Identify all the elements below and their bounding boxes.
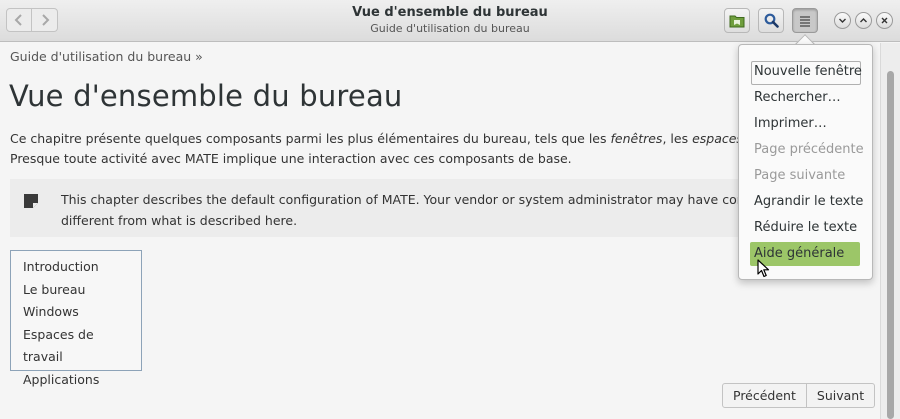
menu-item-label: Nouvelle fenêtre [754,64,862,79]
close-button[interactable] [876,12,893,29]
menu-button[interactable] [792,8,818,33]
window-title: Vue d'ensemble du bureau [352,5,548,20]
note-box: This chapter describes the default confi… [10,179,750,237]
intro-paragraph: Ce chapitre présente quelques composants… [10,129,750,169]
page-navigation: Précédent Suivant [722,383,876,408]
back-button[interactable] [6,8,32,32]
page-title: Vue d'ensemble du bureau [9,79,403,113]
previous-page-button[interactable]: Précédent [722,383,807,408]
toc-link-espaces-de-travail[interactable]: Espaces de travail [23,324,129,369]
intro-term-windows: fenêtres [610,131,663,146]
menu-item-label: Rechercher… [754,90,841,105]
menu-item-label: Imprimer… [754,116,827,131]
menu-item-label: Agrandir le texte [754,194,864,209]
bookmarks-button[interactable] [724,8,750,33]
menu-item-new-window[interactable]: Nouvelle fenêtre [739,59,872,85]
menu-item-next-page[interactable]: Page suivante [739,163,872,189]
mouse-pointer-icon [757,259,770,278]
toc-link-le-bureau[interactable]: Le bureau [23,279,129,302]
toc-link-windows[interactable]: Windows [23,301,129,324]
search-button[interactable] [758,8,784,33]
menu-item-search[interactable]: Rechercher… [739,85,872,111]
menu-item-label: Page précédente [754,142,864,157]
menu-item-previous-page[interactable]: Page précédente [739,137,872,163]
maximize-icon [860,18,867,23]
note-icon [24,194,38,208]
breadcrumb[interactable]: Guide d'utilisation du bureau » [10,49,203,64]
note-line: This chapter describes the default confi… [61,192,750,207]
toc-link-applications[interactable]: Applications [23,369,129,392]
search-icon [764,13,779,28]
next-page-button[interactable]: Suivant [806,383,876,408]
intro-text-line2: Presque toute activité avec MATE impliqu… [10,151,572,166]
intro-text: Ce chapitre présente quelques composants… [10,131,611,146]
minimize-button[interactable] [834,12,851,29]
hamburger-menu-icon [800,15,810,27]
header-bar: Vue d'ensemble du bureau Guide d'utilisa… [0,0,900,42]
app-menu-popover: Nouvelle fenêtre Rechercher… Imprimer… P… [738,44,873,280]
menu-item-label: Page suivante [754,168,846,183]
window-title-block: Vue d'ensemble du bureau Guide d'utilisa… [250,5,650,36]
menu-item-label: Réduire le texte [754,220,858,235]
minimize-icon [839,18,846,23]
go-forward-icon [41,14,49,26]
note-line: different from what is described here. [61,213,298,228]
scrollbar-thumb[interactable] [887,71,894,419]
go-back-icon [14,14,22,26]
bookmark-folder-icon [729,15,745,27]
intro-text: , les [662,131,693,146]
menu-item-larger-text[interactable]: Agrandir le texte [739,189,872,215]
menu-item-smaller-text[interactable]: Réduire le texte [739,215,872,241]
toc-link-introduction[interactable]: Introduction [23,256,129,279]
maximize-button[interactable] [855,12,872,29]
forward-button[interactable] [32,8,58,32]
window-subtitle: Guide d'utilisation du bureau [370,22,530,35]
note-text: This chapter describes the default confi… [61,189,750,231]
menu-item-print[interactable]: Imprimer… [739,111,872,137]
vertical-scrollbar[interactable] [880,43,900,419]
close-icon [881,17,888,24]
table-of-contents: Introduction Le bureau Windows Espaces d… [10,250,142,387]
history-navigation [6,8,58,32]
